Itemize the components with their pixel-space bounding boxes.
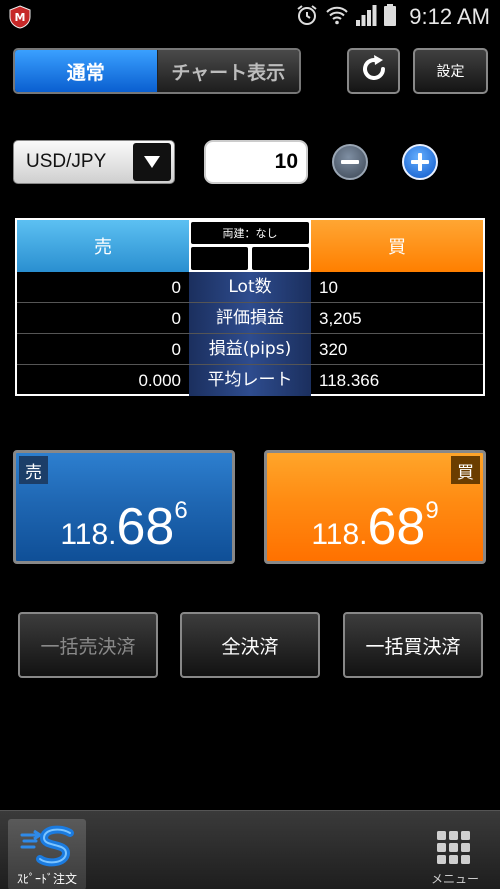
position-table: 売 両建：なし 買 0 Lot数 10 0 評価損益 3,205 0 損益(pi… <box>15 218 485 396</box>
sell-header: 売 <box>17 220 189 272</box>
buy-value: 10 <box>319 278 338 297</box>
speed-order-icon <box>20 825 76 873</box>
status-time: 9:12 AM <box>409 4 490 29</box>
bottom-nav: ｽﾋﾟｰﾄﾞ注文 メニュー <box>0 810 500 889</box>
grid-menu-icon <box>437 831 471 869</box>
minus-icon <box>341 160 359 164</box>
lot-decrement-button[interactable] <box>332 144 368 180</box>
table-row: 0 評価損益 3,205 <box>17 303 483 334</box>
lot-input[interactable]: 10 <box>204 140 308 184</box>
buy-value: 3,205 <box>319 309 362 328</box>
buy-header: 買 <box>311 220 483 272</box>
svg-text:M: M <box>15 11 26 24</box>
buy-price: 118.689 <box>267 497 483 557</box>
tab-chart[interactable]: チャート表示 <box>157 50 299 92</box>
buy-price-pips: 68 <box>367 498 426 556</box>
tab-normal[interactable]: 通常 <box>15 50 158 92</box>
sell-price-prefix: 118. <box>60 518 117 551</box>
sell-price-pips: 68 <box>116 498 175 556</box>
wifi-icon <box>325 3 349 31</box>
buy-price-fraction: 9 <box>425 497 439 524</box>
view-mode-switch: 通常 チャート表示 <box>13 48 301 94</box>
sell-value: 0 <box>171 278 181 297</box>
buy-value: 320 <box>319 340 348 359</box>
menu-button[interactable]: メニュー <box>420 825 490 887</box>
status-bar: M 9:12 AM <box>0 0 500 34</box>
plus-icon-vertical <box>418 153 422 171</box>
buy-price-button[interactable]: 買 118.689 <box>264 450 486 564</box>
row-label: Lot数 <box>228 277 272 297</box>
hedge-label: 両建：なし <box>191 222 309 244</box>
buy-price-prefix: 118. <box>311 518 368 551</box>
settle-all-buy-button[interactable]: 一括買決済 <box>343 612 483 678</box>
speed-order-button[interactable]: ｽﾋﾟｰﾄﾞ注文 <box>8 819 86 889</box>
app-screen: M 9:12 AM 通常 チャート表示 設定 USD/JPY 10 売 両建：な… <box>0 0 500 889</box>
table-row: 0 Lot数 10 <box>17 272 483 303</box>
currency-pair-select[interactable]: USD/JPY <box>13 140 175 184</box>
row-label: 損益(pips) <box>208 339 292 359</box>
battery-icon <box>383 3 397 31</box>
refresh-icon <box>359 54 389 88</box>
menu-label: メニュー <box>430 872 479 886</box>
settle-all-button[interactable]: 全決済 <box>180 612 320 678</box>
alarm-icon <box>295 3 319 31</box>
sell-price-fraction: 6 <box>174 497 188 524</box>
mcafee-icon: M <box>8 5 32 29</box>
signal-icon <box>355 3 377 31</box>
sell-tag: 売 <box>19 456 48 484</box>
buy-tag: 買 <box>451 456 480 484</box>
row-label: 平均レート <box>207 370 293 390</box>
hedge-header: 両建：なし <box>189 220 311 272</box>
sell-value: 0 <box>171 309 181 328</box>
sell-value: 0 <box>171 340 181 359</box>
buy-value: 118.366 <box>319 371 380 390</box>
sell-price-button[interactable]: 売 118.686 <box>13 450 235 564</box>
hedge-cell-left <box>191 247 248 270</box>
table-row: 0.000 平均レート 118.366 <box>17 365 483 396</box>
settle-all-sell-button[interactable]: 一括売決済 <box>18 612 158 678</box>
sell-value: 0.000 <box>138 371 181 390</box>
chevron-down-icon <box>133 143 171 181</box>
settings-button[interactable]: 設定 <box>413 48 488 94</box>
currency-pair-value: USD/JPY <box>26 151 107 172</box>
speed-order-label: ｽﾋﾟｰﾄﾞ注文 <box>16 872 77 886</box>
refresh-button[interactable] <box>347 48 400 94</box>
lot-increment-button[interactable] <box>402 144 438 180</box>
table-row: 0 損益(pips) 320 <box>17 334 483 365</box>
row-label: 評価損益 <box>216 308 284 328</box>
sell-price: 118.686 <box>16 497 232 557</box>
hedge-cell-right <box>252 247 309 270</box>
